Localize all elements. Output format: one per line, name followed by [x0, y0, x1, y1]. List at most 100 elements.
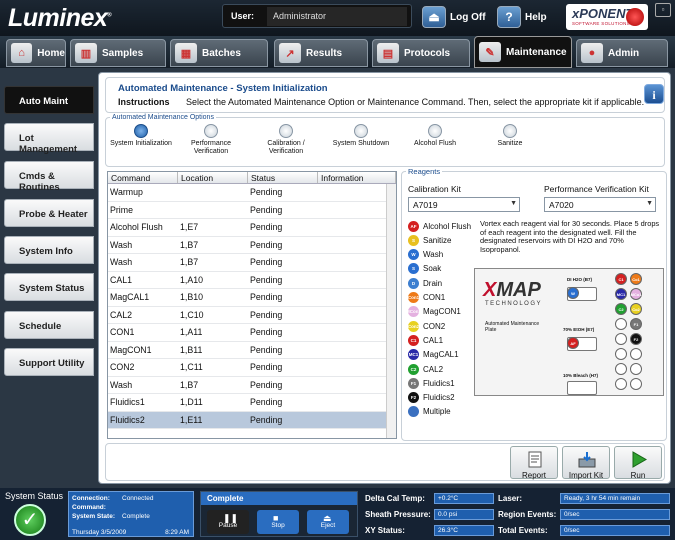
sidebar-item-support-utility[interactable]: Support Utility — [4, 348, 94, 376]
table-row[interactable]: CON1 1,A11 Pending — [108, 324, 396, 342]
tab-maintenance[interactable]: ✎ Maintenance — [474, 36, 572, 68]
tab-protocols[interactable]: ▤ Protocols — [372, 39, 470, 67]
brand-dot-icon — [626, 8, 644, 26]
tab-home[interactable]: ⌂ Home — [6, 39, 66, 67]
table-cell-information — [318, 289, 396, 306]
reagent-dot-icon: F1 — [408, 377, 419, 389]
column-header-command[interactable]: Command — [108, 172, 178, 183]
calibration-kit-select[interactable]: A7019 ▼ — [408, 197, 520, 212]
reagent-dot-icon: C2 — [408, 363, 419, 375]
plate-well-c2: C2 — [615, 303, 627, 315]
column-header-information[interactable]: Information — [318, 172, 396, 183]
reagent-legend-item: S Soak — [408, 262, 441, 276]
window-restore-button[interactable]: ▫ — [655, 3, 671, 17]
maintenance-options: Automated Maintenance Options System Ini… — [105, 114, 665, 167]
column-header-status[interactable]: Status — [248, 172, 318, 183]
table-scrollbar[interactable] — [386, 184, 396, 438]
run-button[interactable]: Run — [614, 446, 662, 480]
sidebar-item-probe-heater[interactable]: Probe & Heater — [4, 199, 94, 227]
sidebar-item-system-status[interactable]: System Status — [4, 273, 94, 301]
option-alcohol-flush[interactable]: Alcohol Flush — [400, 124, 470, 148]
content-panel: Automated Maintenance - System Initializ… — [98, 72, 671, 484]
option-sanitize[interactable]: Sanitize — [475, 124, 545, 148]
sidebar-item-system-info[interactable]: System Info — [4, 236, 94, 264]
delta-cal-temp-value: +0.2°C — [434, 493, 494, 504]
table-cell-status: Pending — [250, 414, 283, 425]
tab-admin[interactable]: ● Admin — [576, 39, 668, 67]
run-icon — [632, 451, 648, 468]
plate-well-empty — [630, 363, 642, 375]
reagent-legend-label: CAL2 — [423, 364, 444, 374]
xmap-logo: XMAP — [483, 279, 541, 301]
sidebar-item-lot-management[interactable]: Lot Management — [4, 123, 94, 155]
option-calibration-verification[interactable]: Calibration / Verification — [251, 124, 321, 156]
table-cell-information — [318, 272, 396, 289]
tab-results[interactable]: ↗ Results — [274, 39, 368, 67]
pause-button[interactable]: ❚❚ Pause — [207, 510, 249, 534]
table-row[interactable]: CAL1 1,A10 Pending — [108, 272, 396, 289]
reagent-dot-icon: Con2 — [408, 320, 419, 332]
tab-samples[interactable]: ▥ Samples — [70, 39, 166, 67]
options-title: Automated Maintenance Options — [110, 114, 216, 121]
option-system-shutdown[interactable]: System Shutdown — [326, 124, 396, 148]
reagent-legend-label: Wash — [423, 250, 444, 260]
table-cell-command: Wash — [110, 257, 133, 267]
laser-value: Ready, 3 hr 54 min remain — [560, 493, 670, 504]
reagent-dot-icon: Con1 — [408, 292, 419, 303]
stop-button[interactable]: ■ Stop — [257, 510, 299, 534]
admin-icon: ● — [581, 43, 603, 63]
tab-batches[interactable]: ▦ Batches — [170, 39, 268, 67]
protocols-icon: ▤ — [377, 43, 399, 63]
table-cell-status: Pending — [250, 292, 283, 302]
table-cell-command: CON1 — [110, 327, 135, 337]
reagent-legend-item: C1 CAL1 — [408, 333, 443, 347]
report-button[interactable]: Report — [510, 446, 558, 480]
title-panel: Automated Maintenance - System Initializ… — [105, 77, 665, 113]
sidebar-item-cmds-routines[interactable]: Cmds & Routines — [4, 161, 94, 193]
plate-well-f2: F2 — [630, 333, 642, 345]
table-row[interactable]: MagCON1 1,B11 Pending — [108, 342, 396, 359]
plate-well-mc1: MC1 — [615, 288, 627, 300]
reagent-dot-icon: C1 — [408, 334, 419, 346]
table-cell-information — [318, 394, 396, 411]
option-performance-verification[interactable]: Performance Verification — [176, 124, 246, 156]
help-button[interactable]: ? Help — [497, 5, 547, 29]
plate-well-empty — [630, 348, 642, 360]
info-icon[interactable]: i — [644, 84, 664, 104]
logoff-button[interactable]: ⏏ Log Off — [422, 5, 486, 29]
table-cell-status: Pending — [250, 344, 283, 355]
reagent-legend-label: Fluidics1 — [423, 378, 455, 388]
sidebar-item-auto-maint[interactable]: Auto Maint — [4, 86, 94, 114]
table-cell-status: Pending — [250, 379, 283, 390]
sidebar-item-schedule[interactable]: Schedule — [4, 311, 94, 339]
reagent-dot-icon: S — [408, 263, 419, 275]
table-row[interactable]: MagCAL1 1,B10 Pending — [108, 289, 396, 307]
plate-well-empty — [630, 378, 642, 390]
table-cell-status: Pending — [250, 362, 283, 372]
table-row[interactable]: Alcohol Flush 1,E7 Pending — [108, 219, 396, 237]
table-row[interactable]: Warmup Pending — [108, 184, 396, 202]
table-row[interactable]: CON2 1,C11 Pending — [108, 359, 396, 377]
body-area: Auto Maint Lot Management Cmds & Routine… — [0, 68, 675, 488]
option-system-initialization[interactable]: System Initialization — [106, 124, 176, 148]
reagent-legend-item: MC1 MagCAL1 — [408, 348, 459, 362]
table-cell-command: Fluidics1 — [110, 397, 145, 407]
help-icon: ? — [497, 6, 521, 28]
table-row[interactable]: Wash 1,B7 Pending — [108, 254, 396, 272]
verification-kit-label: Performance Verification Kit — [544, 184, 649, 194]
verification-kit-select[interactable]: A7020 ▼ — [544, 197, 656, 212]
import-kit-button[interactable]: Import Kit — [562, 446, 610, 480]
table-row[interactable]: CAL2 1,C10 Pending — [108, 307, 396, 324]
table-row[interactable]: Fluidics1 1,D11 Pending — [108, 394, 396, 412]
column-header-location[interactable]: Location — [178, 172, 248, 183]
plate-well-empty — [615, 333, 627, 345]
pause-icon: ❚❚ — [223, 513, 239, 523]
table-row[interactable]: Fluidics2 1,E11 Pending — [108, 411, 396, 429]
reagent-legend-label: Fluidics2 — [423, 393, 455, 403]
table-row[interactable]: Wash 1,B7 Pending — [108, 237, 396, 254]
table-row[interactable]: Prime Pending — [108, 202, 396, 219]
eject-button[interactable]: ⏏ Eject — [307, 510, 349, 534]
table-cell-location — [178, 184, 248, 201]
table-row[interactable]: Wash 1,B7 Pending — [108, 377, 396, 394]
maintenance-icon: ✎ — [479, 42, 501, 62]
